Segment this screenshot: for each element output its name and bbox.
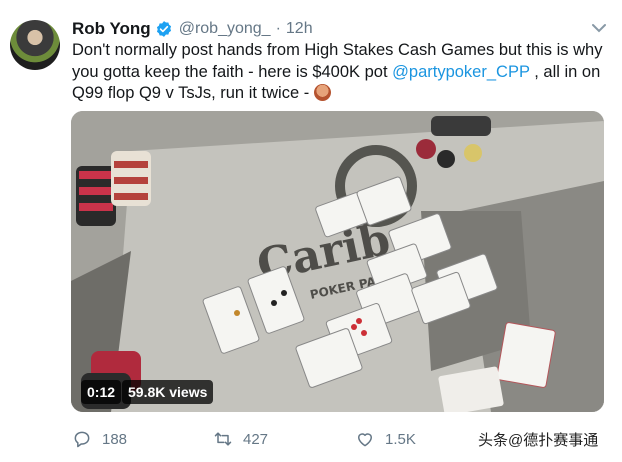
chevron-down-icon[interactable] — [592, 23, 606, 33]
watermark-text: 头条@德扑赛事通 — [478, 432, 599, 449]
video-views: 59.8K views — [122, 380, 214, 404]
author-handle[interactable]: @rob_yong_ — [179, 20, 271, 38]
like-count: 1.5K — [385, 430, 416, 448]
video-player[interactable]: Carib POKER PAR — [71, 111, 604, 412]
heart-icon — [358, 433, 372, 447]
video-duration: 0:12 — [81, 380, 122, 404]
reply-count: 188 — [102, 430, 128, 448]
tweet-text: Don't normally post hands from High Stak… — [72, 40, 612, 105]
retweet-count: 427 — [243, 430, 269, 448]
author-avatar[interactable] — [10, 20, 60, 70]
mention-link[interactable]: @partypoker_CPP — [392, 63, 530, 81]
author-name[interactable]: Rob Yong — [72, 19, 151, 39]
header-separator: · — [275, 20, 281, 37]
like-button[interactable]: 1.5K — [355, 428, 416, 450]
verified-badge-icon — [156, 21, 171, 37]
poker-table-scene: Carib POKER PAR — [71, 111, 604, 412]
retweet-button[interactable]: 427 — [213, 428, 268, 450]
tweet-timestamp[interactable]: 12h — [286, 20, 313, 38]
reply-icon — [74, 431, 90, 448]
see-no-evil-monkey-icon — [313, 84, 331, 101]
tweet[interactable]: Rob Yong @rob_yong_ · 12h Don't normally… — [0, 0, 622, 462]
retweet-icon — [214, 432, 232, 446]
reply-button[interactable]: 188 — [72, 428, 127, 450]
tweet-header: Rob Yong @rob_yong_ · 12h — [72, 18, 313, 40]
